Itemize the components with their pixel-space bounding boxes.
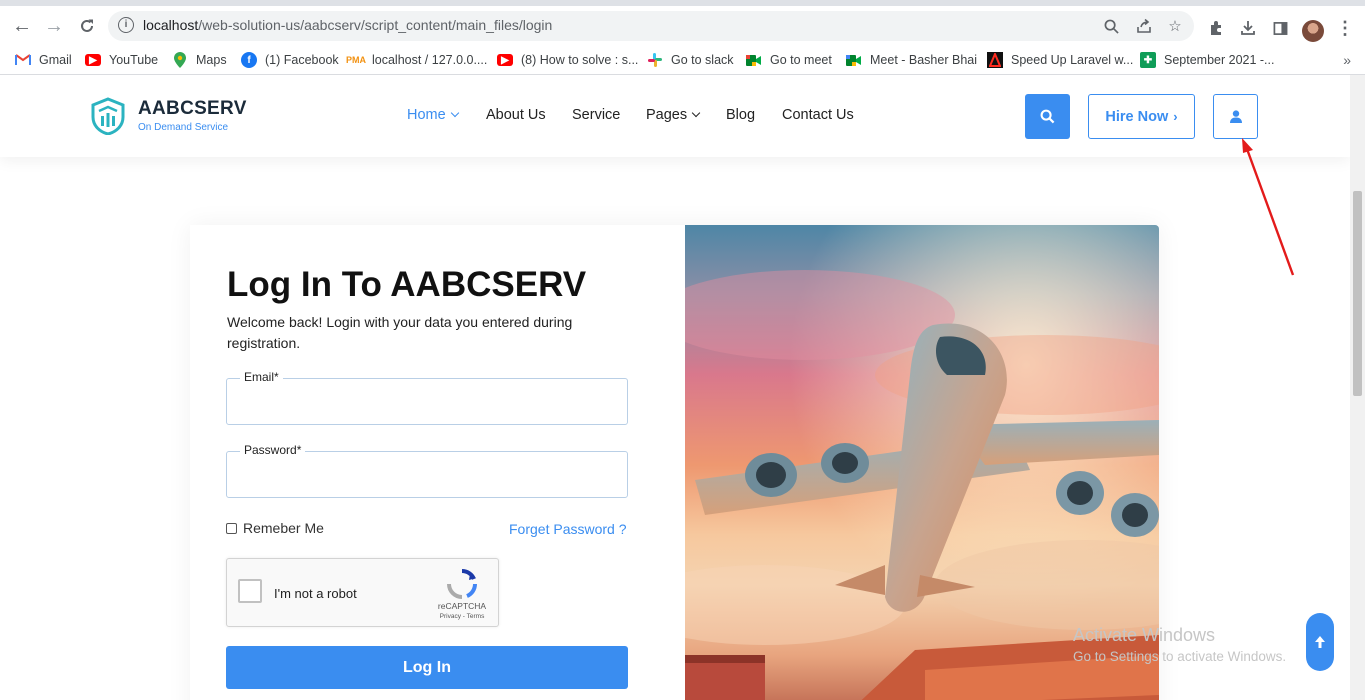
user-icon [1229,109,1242,123]
recaptcha-widget: I'm not a robot reCAPTCHA Privacy - Term… [226,558,499,627]
bookmark-maps[interactable]: Maps [172,50,227,70]
slack-icon [647,52,663,68]
youtube-icon: ▶ [85,54,101,66]
forward-icon[interactable]: → [40,12,68,40]
gmail-icon [15,52,31,68]
recaptcha-checkbox[interactable] [238,579,262,603]
recaptcha-logo-icon [447,569,477,599]
watermark-title: Activate Windows [1073,625,1216,645]
bookmark-facebook[interactable]: f (1) Facebook [241,50,339,70]
extensions-icon[interactable] [1204,16,1228,40]
browser-toolbar: ← → i localhost/web-solution-us/aabcserv… [0,0,1365,44]
password-field[interactable]: Password* [226,443,628,498]
password-input[interactable] [239,462,614,488]
nav-home[interactable]: Home [407,107,459,123]
address-bar[interactable]: i localhost/web-solution-us/aabcserv/scr… [108,11,1194,41]
side-panel-icon[interactable] [1268,16,1292,40]
hire-now-button[interactable]: Hire Now › [1088,94,1195,139]
chevron-down-icon [450,108,459,118]
phpmyadmin-icon: PMA [346,55,366,65]
nav-contact[interactable]: Contact Us [782,107,854,123]
recaptcha-terms[interactable]: Privacy - Terms [431,613,493,620]
annotation-arrow [1242,138,1295,276]
maps-icon [172,52,188,68]
page-scrollbar[interactable] [1350,75,1365,700]
back-icon[interactable]: ← [8,12,36,40]
email-label: Email* [240,370,283,384]
bookmarks-bar: Gmail ▶ YouTube Maps f (1) Facebook PMA … [0,44,1365,75]
scroll-to-top-button[interactable] [1306,613,1334,671]
nav-service[interactable]: Service [572,107,620,123]
arrow-up-icon [1315,636,1325,648]
remember-me[interactable]: Remeber Me [226,520,324,536]
laravel-icon [987,52,1003,68]
nav-pages[interactable]: Pages [646,107,701,123]
password-label: Password* [240,443,306,457]
bookmark-meet[interactable]: Go to meet [746,50,832,70]
bookmark-youtube[interactable]: ▶ YouTube [85,50,158,70]
recaptcha-brand: reCAPTCHA [437,601,487,611]
chevron-right-icon: › [1173,109,1178,124]
login-button[interactable]: Log In [226,646,628,689]
site-info-icon[interactable]: i [118,17,134,33]
bookmark-slack[interactable]: Go to slack [647,50,734,70]
login-subtitle: Welcome back! Login with your data you e… [227,314,573,351]
download-icon[interactable] [1236,16,1260,40]
recaptcha-label: I'm not a robot [274,586,357,601]
more-bookmarks-icon[interactable]: » [1343,52,1351,68]
email-field[interactable]: Email* [226,370,628,425]
login-title: Log In To AABCSERV [227,265,587,304]
windows-activation-watermark: Activate Windows Go to Settings to activ… [1073,625,1286,664]
page: AABCSERV On Demand Service Home About Us… [0,75,1350,700]
nav-blog[interactable]: Blog [726,107,755,123]
bookmark-meet-basher[interactable]: Meet - Basher Bhai [846,50,977,70]
login-card: Log In To AABCSERV Welcome back! Login w… [190,225,1159,700]
brand-tagline: On Demand Service [138,122,229,133]
aabcserv-logo-icon[interactable] [90,97,126,135]
bookmark-september[interactable]: ✚ September 2021 -... [1140,50,1274,70]
chevron-down-icon [691,108,701,118]
meet-icon [846,52,862,68]
address-url[interactable]: localhost/web-solution-us/aabcserv/scrip… [143,17,552,33]
bookmark-laravel[interactable]: Speed Up Laravel w... [987,50,1133,70]
zoom-icon[interactable] [1100,15,1122,37]
user-account-button[interactable] [1213,94,1258,139]
profile-avatar[interactable] [1302,20,1324,42]
browser-menu-icon[interactable]: ⋮ [1333,16,1357,40]
forgot-password-link[interactable]: Forget Password ? [509,521,627,537]
sheets-icon: ✚ [1140,52,1156,68]
search-button[interactable] [1025,94,1070,139]
watermark-subtitle: Go to Settings to activate Windows. [1073,649,1287,664]
share-icon[interactable] [1133,15,1155,37]
email-input[interactable] [239,389,614,415]
bookmark-star-icon[interactable]: ☆ [1164,15,1186,37]
brand-name[interactable]: AABCSERV [138,98,247,120]
meet-icon [746,52,762,68]
youtube-icon: ▶ [497,54,513,66]
scrollbar-thumb[interactable] [1353,191,1362,396]
nav-about[interactable]: About Us [486,107,546,123]
reload-icon[interactable] [73,12,101,40]
site-header: AABCSERV On Demand Service Home About Us… [0,75,1350,157]
bookmark-localhost[interactable]: PMA localhost / 127.0.0.... [346,50,487,70]
facebook-icon: f [241,52,257,68]
bookmark-gmail[interactable]: Gmail [15,50,72,70]
bookmark-how-to-solve[interactable]: ▶ (8) How to solve : s... [497,50,638,70]
remember-checkbox[interactable] [226,522,237,534]
search-icon [1040,109,1055,124]
